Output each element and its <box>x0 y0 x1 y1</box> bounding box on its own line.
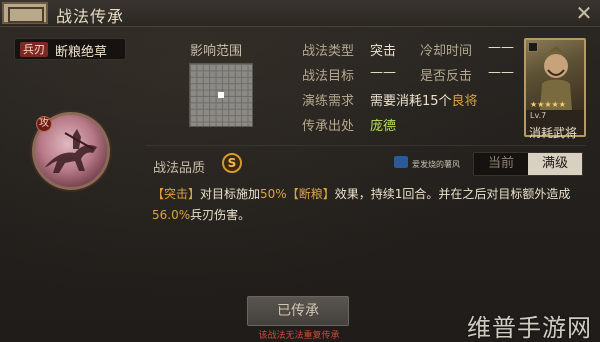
window-title: 战法传承 <box>56 7 125 26</box>
level-toggle: 当前 满级 <box>473 152 583 176</box>
card-level: Lv.7 <box>530 111 547 120</box>
toggle-current[interactable]: 当前 <box>474 153 528 175</box>
info-value-type: 突击 <box>370 44 397 59</box>
quality-label: 战法品质 <box>153 161 206 176</box>
skill-name: 断粮绝草 <box>55 45 108 60</box>
card-cost-icon <box>528 42 538 52</box>
info-label-requirement: 演练需求 <box>302 94 355 109</box>
range-label: 影响范围 <box>190 44 243 59</box>
author-watermark: 爱发烧的薯风 <box>412 160 460 169</box>
info-label-cooldown: 冷却时间 <box>420 44 473 59</box>
title-bar: 战法传承 ✕ <box>0 0 600 27</box>
desc-pct1: 50% <box>260 187 287 201</box>
info-label-source: 传承出处 <box>302 119 355 134</box>
inherit-hint: 该战法无法重复传承 <box>258 331 340 341</box>
range-center-cell <box>218 92 224 98</box>
inherit-button[interactable]: 已传承 <box>247 296 349 326</box>
skill-inherit-panel: 战法传承 ✕ 兵刃 断粮绝草 攻 影响范围 战法类型 突击 冷却时间 —— 战法… <box>0 0 600 342</box>
desc-part3: 兵刃伤害。 <box>190 208 251 222</box>
card-caption: 消耗武将 <box>529 126 578 140</box>
desc-part1: 对目标施加 <box>200 187 261 201</box>
info-label-type: 战法类型 <box>302 44 355 59</box>
desc-part2: 效果，持续1回合。并在之后对目标额外造成 <box>334 187 571 201</box>
info-value-cooldown: —— <box>488 40 514 55</box>
medallion-attack-badge: 攻 <box>36 116 52 132</box>
close-button[interactable]: ✕ <box>574 3 594 23</box>
skill-type-badge: 兵刃 <box>20 42 48 57</box>
info-label-target: 战法目标 <box>302 69 355 84</box>
info-value-source[interactable]: 庞德 <box>370 115 396 134</box>
site-watermark: 维普手游网 <box>467 314 592 342</box>
toggle-max-level[interactable]: 满级 <box>528 153 582 175</box>
divider <box>146 145 586 146</box>
quality-grade-badge: S <box>222 153 242 173</box>
skill-name-tag: 兵刃 断粮绝草 <box>14 38 126 60</box>
requirement-accent: 良将 <box>451 94 478 109</box>
info-value-requirement: 需要消耗15个良将 <box>370 90 478 109</box>
card-stars: ★★★★★ <box>530 100 566 109</box>
desc-pct2: 56.0% <box>152 208 191 222</box>
requirement-text: 需要消耗15个 <box>370 94 452 109</box>
desc-prefix: 【突击】 <box>152 187 201 201</box>
info-value-counter: —— <box>488 65 514 80</box>
title-ornament-icon <box>2 2 48 24</box>
info-label-counter: 是否反击 <box>420 69 473 84</box>
skill-description: 【突击】对目标施加50%【断粮】效果，持续1回合。并在之后对目标额外造成 56.0… <box>152 184 588 226</box>
general-card[interactable]: ★★★★★ Lv.7 <box>524 38 586 137</box>
desc-tag: 【断粮】 <box>286 187 335 201</box>
info-value-target: —— <box>370 65 396 80</box>
watermark-logo-icon <box>394 156 408 168</box>
